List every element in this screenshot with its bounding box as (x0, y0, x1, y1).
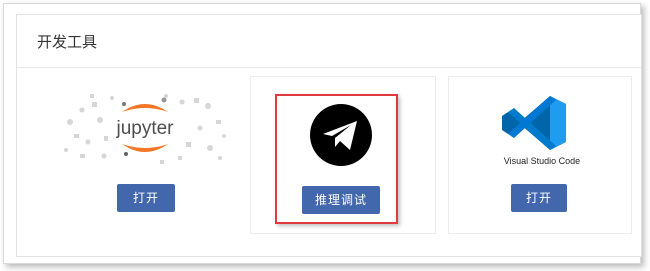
highlight-box (275, 94, 398, 224)
panel-header: 开发工具 (17, 15, 641, 68)
vscode-icon (502, 96, 566, 150)
jupyter-open-button[interactable]: 打开 (117, 184, 175, 212)
jupyter-wordmark: jupyter (115, 118, 174, 139)
vscode-caption: Visual Studio Code (503, 156, 581, 166)
jupyter-logo: jupyter (64, 94, 226, 164)
vscode-open-button[interactable]: 打开 (511, 184, 567, 212)
panel-title: 开发工具 (37, 33, 98, 51)
